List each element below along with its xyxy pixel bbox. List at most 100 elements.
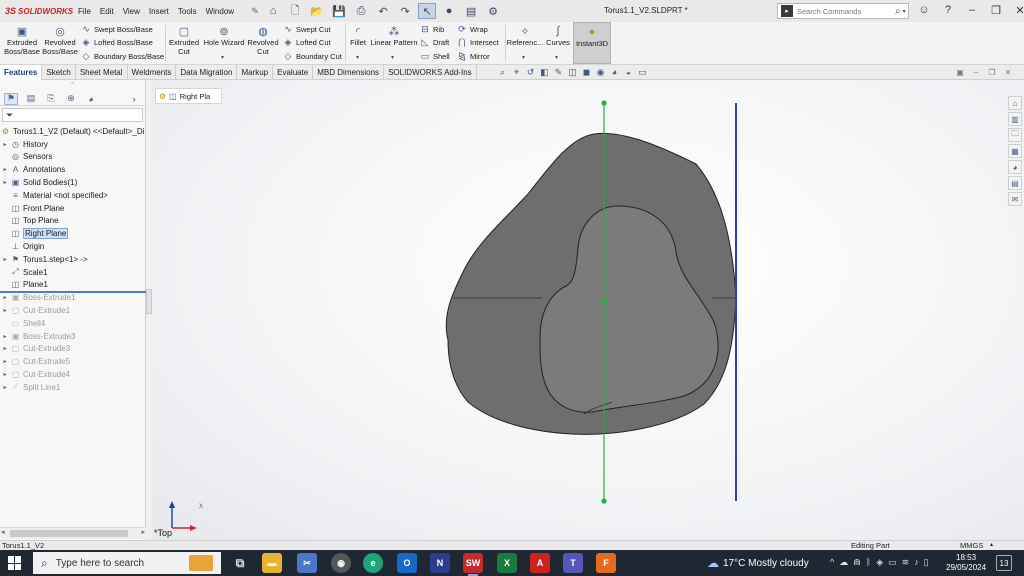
tree-item-scale1[interactable]: ⤢ Scale1: [0, 266, 47, 278]
menu-file[interactable]: File: [78, 7, 91, 16]
reference-dropdown-icon[interactable]: ▾: [522, 54, 525, 61]
edit-appearance-icon[interactable]: ◕: [609, 66, 620, 78]
tree-item-cut-extrude4[interactable]: ▸ ▢ Cut-Extrude4: [0, 368, 70, 380]
windows-start-icon[interactable]: [8, 556, 22, 570]
tree-item-shell4[interactable]: ▭ Shell4: [0, 317, 46, 329]
show-hidden-icons-icon[interactable]: ^: [830, 557, 834, 568]
expand-arrow-icon[interactable]: ▸: [0, 166, 10, 173]
traffic-light-icon[interactable]: ●: [440, 3, 458, 19]
tree-item-split-line1[interactable]: ▸ ⟋ Split Line1: [0, 381, 60, 393]
solidworks-app-icon[interactable]: SW: [463, 553, 483, 576]
expand-arrow-icon[interactable]: ▸: [0, 384, 10, 391]
tree-item-cut-extrude3[interactable]: ▸ ▢ Cut-Extrude3: [0, 343, 70, 355]
display-manager-tab-icon[interactable]: ◕: [84, 93, 98, 105]
redo-icon[interactable]: ↷: [396, 3, 414, 19]
mirror-button[interactable]: ⧎ Mirror: [457, 51, 489, 61]
extruded-boss-button[interactable]: ▣ Extruded Boss/Base: [3, 22, 41, 57]
new-document-icon[interactable]: 🗋: [286, 3, 304, 19]
save-icon[interactable]: 💾: [330, 3, 348, 19]
user-account-icon[interactable]: ☺: [916, 2, 932, 18]
solidworks-resources-icon[interactable]: ⌂: [1008, 96, 1022, 110]
rib-button[interactable]: ⊟ Rib: [420, 24, 444, 34]
view-settings-icon[interactable]: ▭: [637, 66, 648, 78]
tree-item-history[interactable]: ▸ ◷ History: [0, 138, 47, 150]
lofted-boss-button[interactable]: ◈ Lofted Boss/Base: [81, 37, 153, 47]
search-icon[interactable]: ⌕: [895, 6, 901, 17]
previous-view-icon[interactable]: ↺: [525, 66, 536, 78]
intersect-button[interactable]: ⋂ Intersect: [457, 37, 498, 47]
draft-button[interactable]: ◺ Draft: [420, 37, 450, 47]
boundary-cut-button[interactable]: ◇ Boundary Cut: [283, 51, 342, 61]
file-explorer-icon[interactable]: 🗀: [1008, 128, 1022, 142]
tree-item-cut-extrude1[interactable]: ▸ ▢ Cut-Extrude1: [0, 304, 70, 316]
hole-wizard-dropdown-icon[interactable]: ▾: [221, 54, 224, 61]
tree-item-plane1[interactable]: ◫ Plane1: [0, 279, 48, 291]
view-orientation-icon[interactable]: ◫: [567, 66, 578, 78]
taskbar-search[interactable]: ⌕ Type here to search: [33, 552, 221, 574]
open-icon[interactable]: 📂: [308, 3, 326, 19]
green-axis-mid-point[interactable]: [601, 298, 607, 304]
zoom-to-fit-icon[interactable]: ⌕: [497, 66, 508, 78]
wrap-button[interactable]: ⟳ Wrap: [457, 24, 488, 34]
units-dropdown-icon[interactable]: ▴: [990, 541, 993, 548]
expand-arrow-icon[interactable]: ▸: [0, 307, 10, 314]
help-icon[interactable]: ?: [940, 2, 956, 18]
model-view[interactable]: [152, 80, 1024, 540]
doc-restore-icon[interactable]: ❐: [987, 67, 997, 77]
tree-item-top-plane[interactable]: ◫ Top Plane: [0, 215, 59, 227]
panel-scroll-right-icon[interactable]: ›: [127, 93, 141, 105]
tab-evaluate[interactable]: Evaluate: [273, 65, 314, 80]
expand-arrow-icon[interactable]: ▸: [0, 256, 10, 263]
linear-pattern-button[interactable]: ⁂ Linear Pattern: [370, 22, 418, 48]
tree-item-origin[interactable]: ⊥ Origin: [0, 240, 44, 252]
select-arrow-icon[interactable]: ↖: [418, 3, 437, 19]
tab-data-migration[interactable]: Data Migration: [176, 65, 238, 80]
lofted-cut-button[interactable]: ◈ Lofted Cut: [283, 37, 331, 47]
expand-arrow-icon[interactable]: ▸: [0, 333, 10, 340]
undo-icon[interactable]: ↶: [374, 3, 392, 19]
search-dropdown-icon[interactable]: ▾: [903, 8, 906, 15]
expand-arrow-icon[interactable]: ▸: [0, 358, 10, 365]
property-manager-tab-icon[interactable]: ▤: [24, 93, 38, 105]
instant3d-button[interactable]: ✦ Instant3D: [573, 22, 611, 64]
teams-app-icon[interactable]: T: [563, 553, 583, 573]
search-commands[interactable]: ▸ ⌕ ▾: [777, 3, 909, 19]
doc-close-icon[interactable]: ✕: [1003, 67, 1013, 77]
expand-arrow-icon[interactable]: ▸: [0, 371, 10, 378]
revolved-cut-button[interactable]: ◍ Revolved Cut: [245, 22, 281, 57]
design-library-icon[interactable]: ▥: [1008, 112, 1022, 126]
panel-horizontal-scrollbar[interactable]: ◂ ▸: [0, 527, 146, 539]
doc-tile-icon[interactable]: ▣: [955, 67, 965, 77]
tab-mbd-dimensions[interactable]: MBD Dimensions: [313, 65, 385, 80]
tab-sketch[interactable]: Sketch: [42, 65, 76, 80]
dimxpert-tab-icon[interactable]: ⊕: [64, 93, 78, 105]
expand-arrow-icon[interactable]: ▸: [0, 345, 10, 352]
custom-properties-icon[interactable]: ▤: [1008, 176, 1022, 190]
onedrive-icon[interactable]: ☁: [839, 557, 848, 568]
home-icon[interactable]: ⌂: [264, 3, 282, 19]
tree-item-boss-extrude1[interactable]: ▸ ▣ Boss-Extrude1: [0, 292, 75, 304]
menu-edit[interactable]: Edit: [100, 7, 114, 16]
extruded-cut-button[interactable]: ▢ Extruded Cut: [166, 22, 202, 57]
news-app-icon[interactable]: N: [430, 553, 450, 573]
tab-sheet-metal[interactable]: Sheet Metal: [76, 65, 128, 80]
network-icon[interactable]: ⋒: [853, 557, 861, 568]
close-icon[interactable]: ✕: [1012, 2, 1024, 18]
tree-item-annotations[interactable]: ▸ A Annotations: [0, 164, 65, 176]
taskbar-clock[interactable]: 18:53 29/05/2024: [946, 553, 986, 573]
feature-manager-tab-icon[interactable]: ⚑: [4, 92, 18, 105]
panel-grip-icon[interactable]: ⌃: [0, 80, 145, 92]
configuration-manager-tab-icon[interactable]: ⎘: [44, 93, 58, 105]
volume-icon[interactable]: ♪: [914, 557, 919, 568]
tree-item-cut-extrude5[interactable]: ▸ ▢ Cut-Extrude5: [0, 356, 70, 368]
expand-arrow-icon[interactable]: ▸: [0, 141, 10, 148]
tree-item-boss-extrude3[interactable]: ▸ ▣ Boss-Extrude3: [0, 330, 75, 342]
green-axis-bottom-point[interactable]: [601, 498, 607, 504]
zoom-to-area-icon[interactable]: ⌖: [511, 66, 522, 78]
search-input[interactable]: [797, 6, 893, 16]
expand-arrow-icon[interactable]: ▸: [0, 179, 10, 186]
excel-app-icon[interactable]: X: [497, 553, 517, 573]
tree-item-material-not-specified[interactable]: ≡ Material <not specified>: [0, 189, 108, 201]
shell-button[interactable]: ▭ Shell: [420, 51, 450, 61]
scroll-thumb[interactable]: [10, 530, 128, 537]
